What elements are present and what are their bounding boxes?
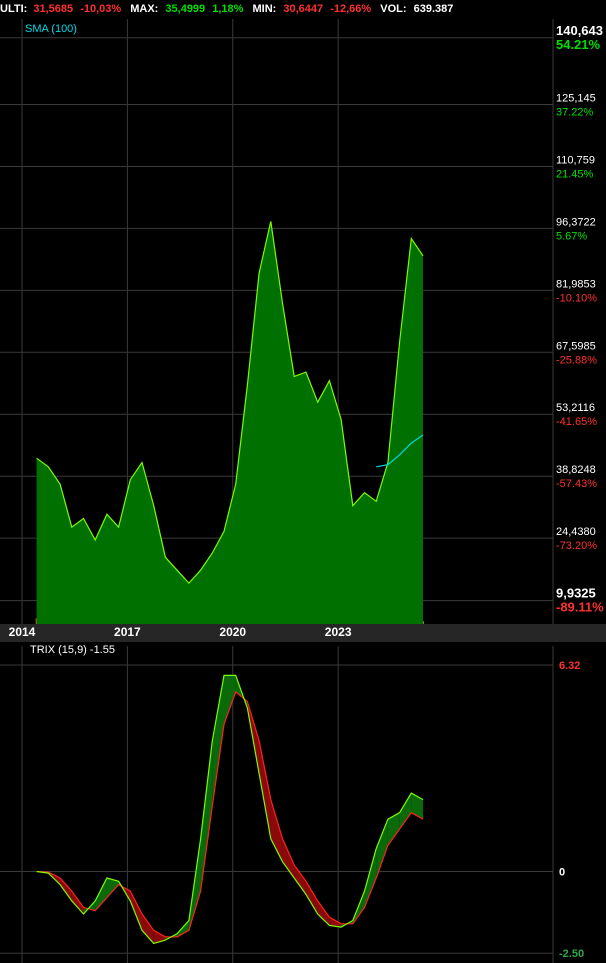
price-tick-label: 140,643 (556, 23, 603, 38)
svg-text:ULTI: 31,5685 -10,: ULTI: 31,5685 -10,03% MAX: 35,4999 1,18%… (0, 3, 453, 15)
trix-fill-segment (399, 793, 412, 830)
percent-tick-label: -10.10% (556, 292, 597, 304)
percent-tick-label: 5.67% (556, 230, 587, 242)
price-tick-label: 81,9853 (556, 278, 596, 290)
percent-tick-label: 37.22% (556, 106, 594, 118)
time-tick-label: 2014 (9, 625, 36, 639)
header-bar: ULTI: 31,5685 -10,03% MAX: 35,4999 1,18%… (0, 3, 453, 15)
time-tick-label: 2017 (114, 625, 141, 639)
trix-tick-label: 0 (559, 866, 565, 878)
last-label: ULTI: (0, 3, 27, 15)
price-tick-label: 110,759 (556, 154, 595, 166)
percent-tick-label: -57.43% (556, 478, 597, 490)
price-axis: 140,64354.21% 125,145 37.22% 110,759 21.45% 9… (556, 23, 604, 615)
trix-fill-segment (95, 878, 107, 911)
trix-fill-segment (364, 848, 377, 908)
vol-label: VOL: (380, 3, 406, 15)
trix-fill-segment (270, 799, 283, 862)
trix-tick-label: -2.50 (559, 948, 584, 960)
price-tick-label: 125,145 (556, 92, 596, 104)
trix-legend: TRIX (15,9) -1.55 (30, 644, 115, 656)
min-value: 30,6447 (283, 3, 323, 15)
time-axis-bar (0, 624, 606, 642)
trix-fill (36, 675, 424, 944)
price-tick-label: 9,9325 (556, 586, 596, 601)
min-label: MIN: (253, 3, 277, 15)
trix-axis: 6.32 0 -2.50 (559, 660, 584, 960)
price-tick-label: 38,8248 (556, 464, 596, 476)
price-tick-label: 96,3722 (556, 216, 596, 228)
percent-tick-label: 21.45% (556, 168, 594, 180)
max-change: 1,18% (212, 3, 243, 15)
max-label: MAX: (130, 3, 158, 15)
percent-tick-label: 54.21% (556, 37, 601, 52)
percent-tick-label: -25.88% (556, 354, 597, 366)
trix-fill-segment (223, 675, 236, 725)
price-area (36, 221, 423, 624)
price-tick-label: 67,5985 (556, 340, 596, 352)
trix-gridlines (0, 646, 554, 963)
last-value: 31,5685 (33, 3, 73, 15)
trix-fill-segment (282, 838, 295, 879)
time-tick-label: 2020 (219, 625, 246, 639)
percent-tick-label: -73.20% (556, 540, 597, 552)
last-change: -10,03% (80, 3, 121, 15)
trix-fill-segment (317, 900, 330, 926)
percent-tick-label: -41.65% (556, 416, 597, 428)
time-tick-label: 2023 (325, 625, 352, 639)
price-tick-label: 53,2116 (556, 402, 595, 414)
price-tick-label: 24,4380 (556, 526, 596, 538)
vol-value: 639.387 (414, 3, 454, 15)
sma-legend: SMA (100) (25, 23, 77, 35)
max-value: 35,4999 (165, 3, 205, 15)
stock-chart[interactable]: ULTI: 31,5685 -10,03% MAX: 35,4999 1,18%… (0, 0, 606, 963)
trix-tick-label: 6.32 (559, 660, 580, 672)
percent-tick-label: -89.11% (556, 600, 604, 615)
min-change: -12,66% (330, 3, 371, 15)
